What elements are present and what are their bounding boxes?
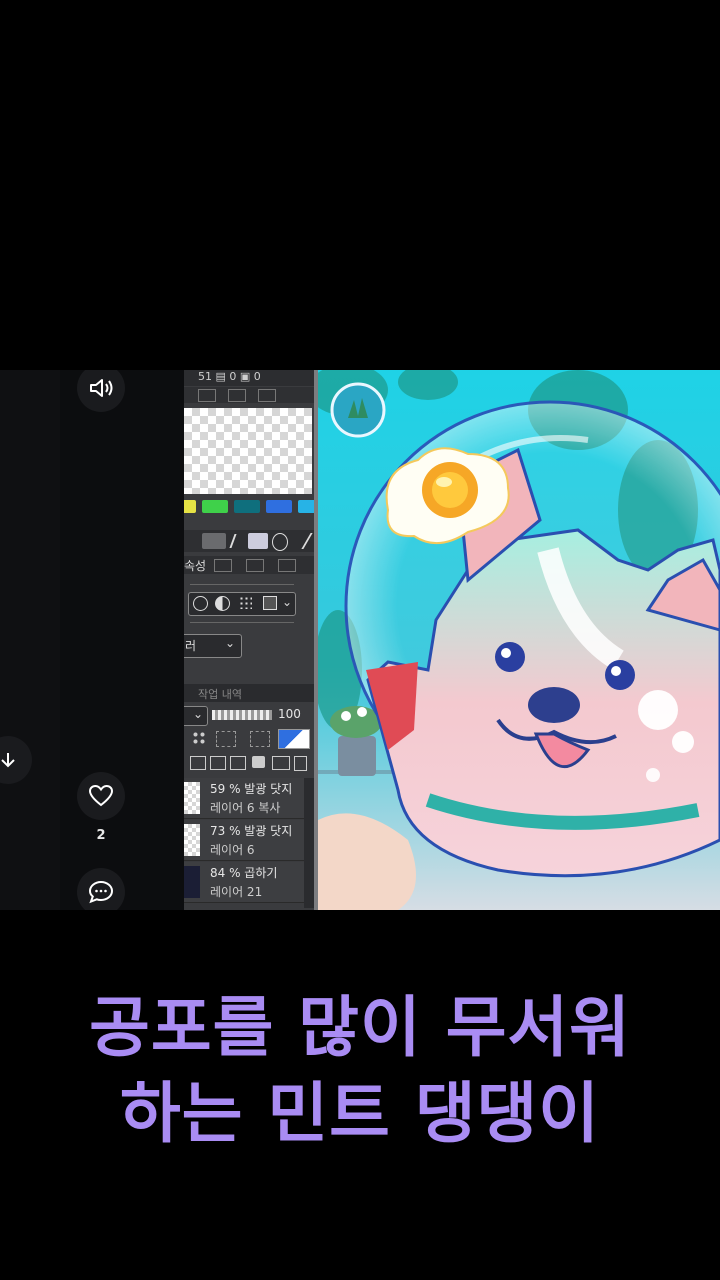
layer-blend-dropdown[interactable]: ⌄ xyxy=(184,706,208,726)
swatch-green[interactable] xyxy=(202,500,228,513)
separator xyxy=(190,622,294,623)
like-button[interactable] xyxy=(77,772,125,820)
mint-dog-artwork xyxy=(318,370,720,910)
tab-icon-2[interactable] xyxy=(246,559,264,572)
color-preview-canvas xyxy=(184,408,312,494)
swatch-teal[interactable] xyxy=(234,500,260,513)
half-circle-icon[interactable] xyxy=(215,596,230,611)
app-left-rail xyxy=(0,370,61,910)
swatch-yellow[interactable] xyxy=(184,500,196,513)
caption-line-1: 공포를 많이 무서워 xyxy=(89,989,631,1066)
square-icon[interactable] xyxy=(263,596,277,610)
trash-icon[interactable] xyxy=(294,756,307,771)
dropper-icon[interactable] xyxy=(287,533,313,549)
chevron-down-icon[interactable]: ⌄ xyxy=(193,707,203,721)
paint-app-panel: 51 ▤ 0 ▣ 0 속성 ⌄ 러 ⌄ 작업 내역 ⌄ 100 59 % 발광 … xyxy=(184,370,316,910)
comment-icon xyxy=(88,880,114,904)
panel-tab-strip[interactable] xyxy=(184,387,316,403)
download-arrow-icon xyxy=(1,753,15,768)
swatch-blue[interactable] xyxy=(266,500,292,513)
layer-blend-info: 59 % 발광 닷지 xyxy=(210,782,293,796)
like-count: 2 xyxy=(96,828,106,843)
separator xyxy=(190,584,294,585)
subview-tab-icon[interactable] xyxy=(228,389,246,402)
app-action-column: 2 xyxy=(60,370,184,910)
layer-thumbnail xyxy=(184,866,200,898)
layer-scrollbar[interactable] xyxy=(304,778,314,908)
layer-toolbar-1 xyxy=(184,728,316,750)
circle-shape-icon[interactable] xyxy=(193,596,208,611)
property-tab[interactable]: 속성 xyxy=(184,557,206,574)
layer-name: 레이어 21 xyxy=(210,885,263,899)
layer-name: 레이어 6 xyxy=(210,843,255,857)
layer-thumbnail xyxy=(184,782,200,814)
volume-button[interactable] xyxy=(77,370,125,412)
download-button[interactable] xyxy=(0,736,32,784)
pen-icon[interactable] xyxy=(229,534,249,548)
video-frame: 2 51 ▤ 0 ▣ 0 속성 ⌄ 러 ⌄ 작업 내역 ⌄ 100 59 % 발… xyxy=(0,370,720,910)
navigator-tab-icon[interactable] xyxy=(198,389,216,402)
layer-row[interactable]: 84 % 곱하기 레이어 21 xyxy=(184,862,304,903)
info-tab-icon[interactable] xyxy=(258,389,276,402)
tab-icon-3[interactable] xyxy=(278,559,296,572)
layer-thumbnail xyxy=(184,824,200,856)
artwork-illustration xyxy=(318,370,720,910)
blend-icon[interactable] xyxy=(272,533,288,551)
eraser-icon[interactable] xyxy=(202,533,226,549)
opacity-slider[interactable] xyxy=(212,710,272,720)
heart-icon xyxy=(88,784,114,807)
caption-line-2: 하는 민트 댕댕이 xyxy=(120,1075,600,1152)
mask-add-icon[interactable] xyxy=(252,756,265,768)
brush-shape-selector[interactable]: ⌄ xyxy=(188,592,296,616)
camera-icon[interactable] xyxy=(272,756,290,770)
property-tab-row: 속성 xyxy=(184,556,316,574)
mask-icon[interactable] xyxy=(192,731,206,745)
duplicate-layer-icon[interactable] xyxy=(230,756,246,770)
brush-icon[interactable] xyxy=(248,533,268,549)
chevron-down-icon[interactable]: ⌄ xyxy=(225,636,235,650)
brush-tool-row xyxy=(184,530,316,552)
new-folder-icon[interactable] xyxy=(190,756,206,770)
clip-icon[interactable] xyxy=(216,731,236,747)
blend-mode-dropdown[interactable]: 러 ⌄ xyxy=(184,634,242,658)
new-layer-icon[interactable] xyxy=(210,756,226,770)
layer-blend-info: 73 % 발광 닷지 xyxy=(210,824,293,838)
layer-blend-info: 84 % 곱하기 xyxy=(210,866,278,880)
layer-name: 레이어 6 복사 xyxy=(210,801,281,815)
video-caption: 공포를 많이 무서워 하는 민트 댕댕이 xyxy=(0,985,720,1157)
dots-icon[interactable] xyxy=(239,596,252,609)
opacity-value[interactable]: 100 xyxy=(278,707,301,721)
color-layer-icon[interactable] xyxy=(278,729,310,749)
lock-icon[interactable] xyxy=(250,731,270,747)
panel-status-bar: 51 ▤ 0 ▣ 0 xyxy=(184,370,316,386)
comment-button[interactable] xyxy=(77,868,125,910)
history-tab-row: 작업 내역 xyxy=(184,684,316,702)
blend-mode-value: 러 xyxy=(185,639,197,653)
layer-row[interactable]: 59 % 발광 닷지 레이어 6 복사 xyxy=(184,778,304,819)
speaker-icon xyxy=(90,379,113,397)
layer-toolbar-2 xyxy=(184,752,316,774)
tab-icon-1[interactable] xyxy=(214,559,232,572)
layer-row[interactable]: 73 % 발광 닷지 레이어 6 xyxy=(184,820,304,861)
history-tab[interactable]: 작업 내역 xyxy=(198,686,242,702)
chevron-down-icon[interactable]: ⌄ xyxy=(282,595,292,609)
